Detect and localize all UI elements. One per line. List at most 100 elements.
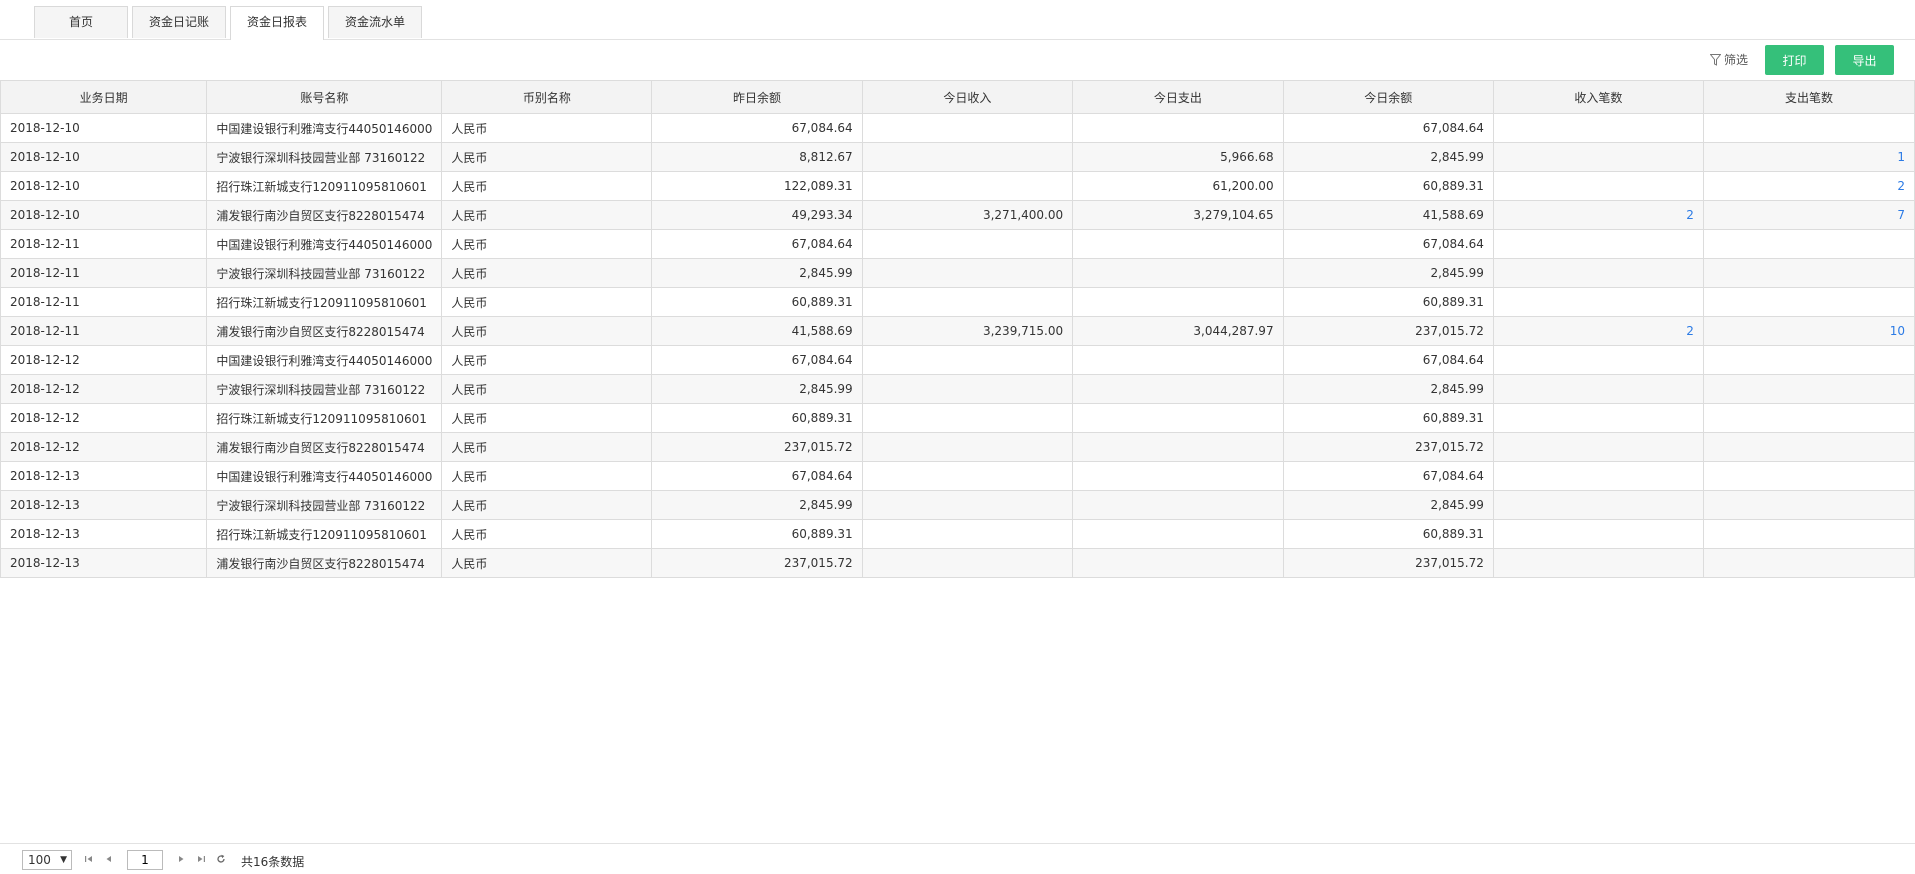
header-today-expense[interactable]: 今日支出: [1072, 80, 1284, 114]
cell-today-balance: 60,889.31: [1282, 171, 1494, 201]
export-button[interactable]: 导出: [1835, 45, 1894, 75]
tab-fund-flow[interactable]: 资金流水单: [328, 6, 422, 38]
refresh-icon[interactable]: [216, 854, 226, 864]
table-row[interactable]: 2018-12-11 招行珠江新城支行120911095810601 人民币 60,8…: [0, 287, 1915, 317]
filter-button[interactable]: 筛选: [1709, 53, 1758, 67]
cell-expense-count[interactable]: 10: [1702, 316, 1915, 346]
table-row[interactable]: 2018-12-10 中国建设银行利雅湾支行44050146000 人民币 67,08…: [0, 113, 1915, 143]
cell-today-expense: [1072, 403, 1284, 433]
cell-currency-name: 人民币: [441, 171, 653, 201]
header-today-income[interactable]: 今日收入: [861, 80, 1074, 114]
cell-expense-count: [1702, 490, 1915, 520]
table-row[interactable]: 2018-12-10 招行珠江新城支行120911095810601 人民币 122,…: [0, 171, 1915, 201]
header-today-balance[interactable]: 今日余额: [1282, 80, 1494, 114]
table-row[interactable]: 2018-12-10 浦发银行南沙自贸区支行8228015474 人民币 49,293…: [0, 200, 1915, 230]
cell-account-name: 中国建设银行利雅湾支行44050146000: [206, 461, 443, 491]
cell-business-date: 2018-12-10: [0, 113, 208, 143]
cell-business-date: 2018-12-11: [0, 229, 208, 259]
table-row[interactable]: 2018-12-13 浦发银行南沙自贸区支行8228015474 人民币 237,01…: [0, 548, 1915, 578]
cell-income-count: [1492, 171, 1704, 201]
cell-currency-name: 人民币: [441, 258, 653, 288]
cell-today-expense: [1072, 229, 1284, 259]
cell-currency-name: 人民币: [441, 519, 653, 549]
tab-fund-journal[interactable]: 资金日记账: [132, 6, 226, 38]
cell-expense-count: [1702, 287, 1915, 317]
table-row[interactable]: 2018-12-12 宁波银行深圳科技园营业部 73160122 人民币 2,845.…: [0, 374, 1915, 404]
cell-business-date: 2018-12-10: [0, 171, 208, 201]
cell-today-expense: [1072, 113, 1284, 143]
cell-today-expense: 3,279,104.65: [1072, 200, 1284, 230]
table-row[interactable]: 2018-12-13 招行珠江新城支行120911095810601 人民币 60,8…: [0, 519, 1915, 549]
print-button[interactable]: 打印: [1765, 45, 1824, 75]
table-row[interactable]: 2018-12-12 招行珠江新城支行120911095810601 人民币 60,8…: [0, 403, 1915, 433]
page-number-input[interactable]: [127, 850, 163, 870]
table-row[interactable]: 2018-12-11 中国建设银行利雅湾支行44050146000 人民币 67,08…: [0, 229, 1915, 259]
cell-business-date: 2018-12-12: [0, 432, 208, 462]
header-currency-name[interactable]: 币别名称: [441, 80, 653, 114]
cell-income-count[interactable]: 2: [1492, 316, 1704, 346]
pagination-bar: 100 ▼ 共16条数据: [0, 843, 1915, 874]
cell-today-balance: 67,084.64: [1282, 229, 1494, 259]
cell-today-income: [861, 432, 1074, 462]
cell-business-date: 2018-12-13: [0, 490, 208, 520]
page-size-select[interactable]: 100 ▼: [22, 850, 72, 870]
cell-yesterday-balance: 237,015.72: [651, 432, 863, 462]
cell-expense-count[interactable]: 2: [1702, 171, 1915, 201]
cell-today-income: [861, 113, 1074, 143]
table-row[interactable]: 2018-12-10 宁波银行深圳科技园营业部 73160122 人民币 8,812.…: [0, 142, 1915, 172]
table-row[interactable]: 2018-12-11 宁波银行深圳科技园营业部 73160122 人民币 2,845.…: [0, 258, 1915, 288]
cell-account-name: 中国建设银行利雅湾支行44050146000: [206, 345, 443, 375]
cell-today-expense: [1072, 287, 1284, 317]
cell-currency-name: 人民币: [441, 142, 653, 172]
cell-today-balance: 2,845.99: [1282, 142, 1494, 172]
header-income-count[interactable]: 收入笔数: [1492, 80, 1704, 114]
cell-currency-name: 人民币: [441, 548, 653, 578]
table-row[interactable]: 2018-12-11 浦发银行南沙自贸区支行8228015474 人民币 41,588…: [0, 316, 1915, 346]
table-row[interactable]: 2018-12-12 浦发银行南沙自贸区支行8228015474 人民币 237,01…: [0, 432, 1915, 462]
cell-currency-name: 人民币: [441, 461, 653, 491]
cell-today-income: [861, 490, 1074, 520]
cell-account-name: 招行珠江新城支行120911095810601: [206, 403, 443, 433]
cell-business-date: 2018-12-12: [0, 403, 208, 433]
prev-page-icon[interactable]: [104, 854, 114, 864]
cell-today-balance: 237,015.72: [1282, 548, 1494, 578]
cell-currency-name: 人民币: [441, 113, 653, 143]
cell-yesterday-balance: 237,015.72: [651, 548, 863, 578]
cell-income-count[interactable]: 2: [1492, 200, 1704, 230]
next-page-icon[interactable]: [176, 854, 186, 864]
cell-account-name: 宁波银行深圳科技园营业部 73160122: [206, 490, 443, 520]
cell-expense-count: [1702, 345, 1915, 375]
cell-expense-count: [1702, 461, 1915, 491]
cell-income-count: [1492, 548, 1704, 578]
table-row[interactable]: 2018-12-13 中国建设银行利雅湾支行44050146000 人民币 67,08…: [0, 461, 1915, 491]
cell-today-balance: 60,889.31: [1282, 403, 1494, 433]
table-row[interactable]: 2018-12-13 宁波银行深圳科技园营业部 73160122 人民币 2,845.…: [0, 490, 1915, 520]
cell-expense-count[interactable]: 7: [1702, 200, 1915, 230]
cell-today-expense: [1072, 461, 1284, 491]
cell-yesterday-balance: 122,089.31: [651, 171, 863, 201]
cell-account-name: 招行珠江新城支行120911095810601: [206, 519, 443, 549]
cell-income-count: [1492, 403, 1704, 433]
cell-income-count: [1492, 432, 1704, 462]
cell-today-income: 3,239,715.00: [861, 316, 1074, 346]
header-business-date[interactable]: 业务日期: [0, 80, 208, 114]
last-page-icon[interactable]: [196, 854, 206, 864]
header-expense-count[interactable]: 支出笔数: [1702, 80, 1915, 114]
table-row[interactable]: 2018-12-12 中国建设银行利雅湾支行44050146000 人民币 67,08…: [0, 345, 1915, 375]
cell-today-income: [861, 287, 1074, 317]
cell-account-name: 浦发银行南沙自贸区支行8228015474: [206, 316, 443, 346]
cell-account-name: 浦发银行南沙自贸区支行8228015474: [206, 200, 443, 230]
cell-expense-count[interactable]: 1: [1702, 142, 1915, 172]
header-yesterday-balance[interactable]: 昨日余额: [651, 80, 863, 114]
cell-account-name: 招行珠江新城支行120911095810601: [206, 171, 443, 201]
cell-business-date: 2018-12-13: [0, 461, 208, 491]
cell-yesterday-balance: 67,084.64: [651, 461, 863, 491]
fund-daily-report-table: 业务日期 账号名称 币别名称 昨日余额 今日收入 今日支出 今日余额 收入笔数 …: [0, 80, 1915, 578]
page-size-value: 100: [28, 853, 51, 867]
header-account-name[interactable]: 账号名称: [206, 80, 443, 114]
first-page-icon[interactable]: [84, 854, 94, 864]
cell-yesterday-balance: 2,845.99: [651, 490, 863, 520]
cell-income-count: [1492, 490, 1704, 520]
tab-home[interactable]: 首页: [34, 6, 128, 38]
tab-fund-daily-report[interactable]: 资金日报表: [230, 6, 324, 40]
